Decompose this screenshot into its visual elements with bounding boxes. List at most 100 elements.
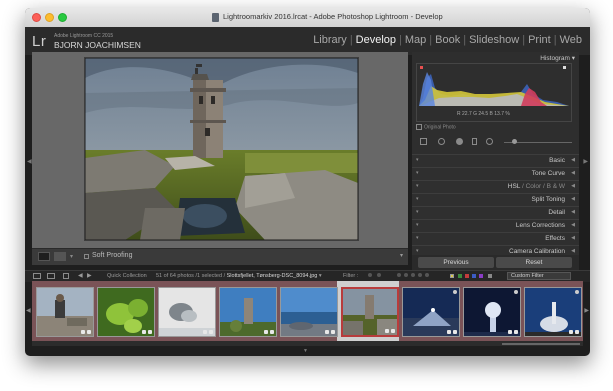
filmstrip-thumbnail[interactable] (158, 287, 216, 337)
star-filter-icon[interactable] (411, 273, 415, 277)
filmstrip-scroll-right-icon[interactable]: ▶ (584, 307, 589, 314)
hsl-tab[interactable]: HSL (508, 183, 520, 190)
forward-arrow-icon[interactable]: ▶ (87, 272, 92, 279)
panel-switch-icon[interactable]: ▾ (416, 183, 419, 189)
panel-tone-curve[interactable]: ▾ Tone Curve ◀ (412, 167, 579, 180)
panel-expand-icon[interactable]: ◀ (571, 183, 575, 189)
loupe-view-icon[interactable] (38, 252, 50, 261)
filmstrip-thumbnail[interactable] (524, 287, 582, 337)
panel-detail[interactable]: ▾ Detail ◀ (412, 206, 579, 219)
panel-lens-corrections-label: Lens Corrections (515, 222, 565, 229)
module-develop[interactable]: Develop (354, 34, 398, 46)
toolbar-content-dropdown-icon[interactable]: ▾ (400, 252, 403, 259)
graduated-filter-tool-icon[interactable] (472, 138, 477, 145)
spot-removal-tool-icon[interactable] (438, 138, 445, 145)
panel-basic[interactable]: ▾ Basic ◀ (412, 154, 579, 167)
panel-expand-icon[interactable]: ◀ (571, 196, 575, 202)
star-filter-icon[interactable] (425, 273, 429, 277)
filmstrip-thumbnail[interactable] (219, 287, 277, 337)
panel-split-toning[interactable]: ▾ Split Toning ◀ (412, 193, 579, 206)
star-filter-icon[interactable] (397, 273, 401, 277)
histogram-panel-header[interactable]: Histogram ▾ (540, 54, 575, 62)
panel-tone-curve-label: Tone Curve (531, 170, 565, 177)
red-eye-tool-icon[interactable] (456, 138, 463, 145)
panel-switch-icon[interactable]: ▾ (416, 235, 419, 241)
crop-tool-icon[interactable] (420, 138, 427, 145)
panel-expand-icon[interactable]: ◀ (571, 157, 575, 163)
custom-filter-dropdown[interactable]: Custom Filter (507, 272, 571, 280)
panel-expand-icon[interactable]: ◀ (571, 209, 575, 215)
panel-expand-icon[interactable]: ◀ (571, 222, 575, 228)
filmstrip-thumbnail[interactable] (280, 287, 338, 337)
module-slideshow[interactable]: Slideshow (467, 34, 521, 46)
color-label-none-icon[interactable] (488, 274, 492, 278)
color-label-purple-icon[interactable] (479, 274, 483, 278)
module-web[interactable]: Web (558, 34, 584, 46)
panel-lens-corrections[interactable]: ▾ Lens Corrections ◀ (412, 219, 579, 232)
panel-effects[interactable]: ▾ Effects ◀ (412, 232, 579, 245)
filter-label: Filter : (343, 273, 359, 279)
back-arrow-icon[interactable]: ◀ (78, 272, 83, 279)
filmstrip-scroll-left-icon[interactable]: ◀ (26, 307, 31, 314)
soft-proofing-checkbox[interactable] (84, 254, 89, 259)
main-window-icon[interactable] (33, 273, 41, 279)
brush-slider-knob[interactable] (512, 139, 517, 144)
color-label-green-icon[interactable] (458, 274, 462, 278)
title-bar: Lightroomarkiv 2016.lrcat - Adobe Photos… (25, 8, 590, 28)
reset-button[interactable]: Reset (496, 257, 572, 268)
photo-count-status: 51 of 64 photos /1 selected / Slottsfjel… (156, 273, 322, 279)
panel-switch-icon[interactable]: ▾ (416, 170, 419, 176)
original-photo-checkbox[interactable] (416, 124, 422, 130)
close-window-button[interactable] (32, 13, 41, 22)
panel-switch-icon[interactable]: ▾ (416, 196, 419, 202)
custom-filter-label: Custom Filter (511, 273, 544, 279)
metadata-badge-icon (391, 329, 395, 333)
filmstrip-thumbnail[interactable] (463, 287, 521, 337)
module-print[interactable]: Print (526, 34, 553, 46)
color-tab[interactable]: Color (526, 183, 542, 190)
left-panel-toggle-icon[interactable]: ◀ (27, 158, 32, 165)
before-after-view-icon[interactable] (54, 252, 66, 261)
panel-collapse-icon[interactable]: ▾ (572, 55, 575, 62)
color-label-red-icon[interactable] (465, 274, 469, 278)
filmstrip-thumbnail-selected[interactable] (341, 287, 399, 337)
previous-button[interactable]: Previous (418, 257, 494, 268)
panel-switch-icon[interactable]: ▾ (416, 209, 419, 215)
module-library[interactable]: Library (311, 34, 349, 46)
view-options-caret-icon[interactable]: ▾ (70, 253, 73, 260)
panel-expand-icon[interactable]: ◀ (571, 235, 575, 241)
filmstrip-thumbnail[interactable] (36, 287, 94, 337)
flag-filter-icon[interactable] (368, 273, 372, 277)
panel-hsl[interactable]: ▾ HSL / Color / B & W ◀ (412, 180, 579, 193)
panel-switch-icon[interactable]: ▾ (416, 157, 419, 163)
user-name: BJORN JOACHIMSEN (54, 40, 141, 50)
bw-tab[interactable]: B & W (547, 183, 565, 190)
panel-switch-icon[interactable]: ▾ (416, 248, 419, 254)
color-label-blue-icon[interactable] (472, 274, 476, 278)
filename-dropdown-icon[interactable]: ▾ (319, 273, 322, 279)
panel-expand-icon[interactable]: ◀ (571, 248, 575, 254)
original-photo-toggle[interactable]: Original Photo (416, 124, 456, 130)
second-window-icon[interactable] (47, 273, 55, 279)
panel-expand-icon[interactable]: ◀ (571, 170, 575, 176)
module-map[interactable]: Map (403, 34, 428, 46)
minimize-window-button[interactable] (45, 13, 54, 22)
filmstrip-thumbnail[interactable] (402, 287, 460, 337)
panel-switch-icon[interactable]: ▾ (416, 222, 419, 228)
zoom-window-button[interactable] (58, 13, 67, 22)
main-photo[interactable] (85, 58, 358, 240)
grid-view-icon[interactable] (63, 273, 69, 279)
star-filter-icon[interactable] (418, 273, 422, 277)
star-filter-icon[interactable] (404, 273, 408, 277)
right-panel-toggle-icon[interactable]: ▶ (583, 158, 588, 165)
bottom-panel-toggle-icon[interactable]: ▼ (303, 348, 308, 354)
color-label-yellow-icon[interactable] (450, 274, 454, 278)
module-book[interactable]: Book (433, 34, 462, 46)
filmstrip-scrollbar[interactable] (502, 343, 580, 345)
histogram[interactable]: R 22.7 G 24.5 B 13.7 % (416, 63, 572, 122)
source-collection-label[interactable]: Quick Collection (107, 273, 147, 279)
radial-filter-tool-icon[interactable] (486, 138, 493, 145)
module-separator: | (349, 34, 353, 46)
filmstrip-thumbnail[interactable] (97, 287, 155, 337)
flag-filter-icon[interactable] (377, 273, 381, 277)
